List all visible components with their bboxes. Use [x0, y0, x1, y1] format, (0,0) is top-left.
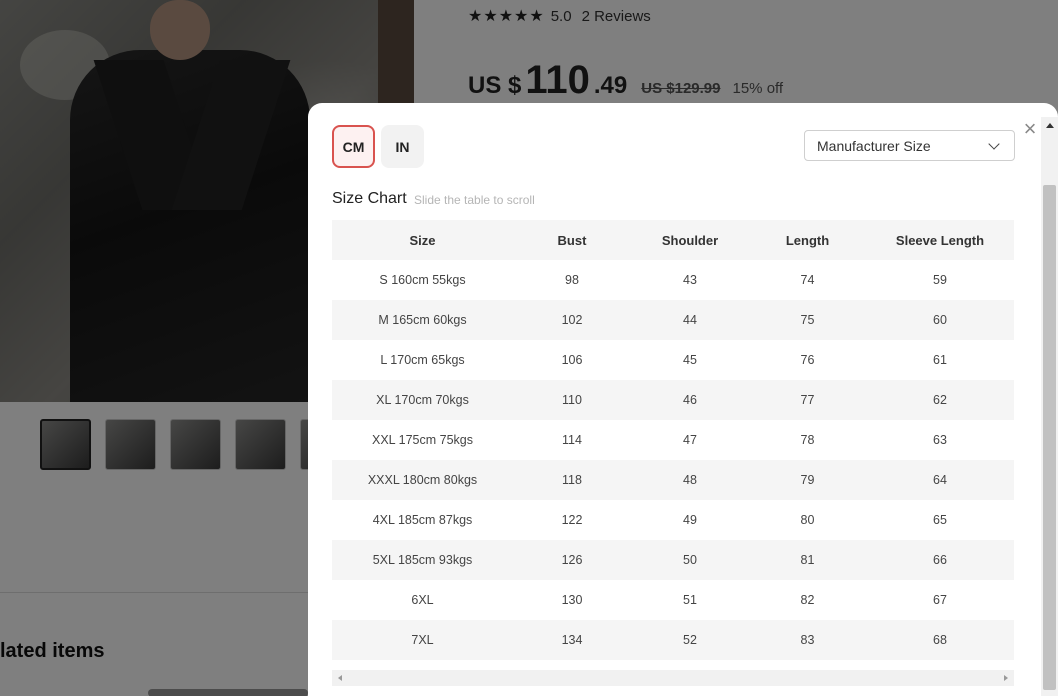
cell-size: M 165cm 60kgs: [332, 300, 513, 340]
cell-shoulder: 48: [631, 460, 749, 500]
table-row: 6XL 130 51 82 67: [332, 580, 1014, 620]
unit-tab-in[interactable]: IN: [381, 125, 424, 168]
cell-length: 75: [749, 300, 866, 340]
cell-sleeve-length: 62: [866, 380, 1014, 420]
cell-bust: 122: [561, 513, 583, 527]
cell-length: 74: [800, 273, 815, 287]
unit-tab-cm[interactable]: CM: [332, 125, 375, 168]
cell-sleeve-length: 65: [933, 513, 947, 527]
cell-bust: 98: [565, 273, 579, 287]
header-sleeve-length: Sleeve Length: [866, 220, 1014, 260]
header-size: Size: [332, 220, 513, 260]
cell-bust: 126: [513, 540, 631, 580]
table-row: M 165cm 60kgs 102 44 75 60: [332, 300, 1014, 340]
close-icon[interactable]: ×: [1020, 118, 1040, 140]
table-row: XL 170cm 70kgs 110 46 77 62: [332, 380, 1014, 420]
cell-length: 81: [749, 540, 866, 580]
cell-sleeve-length: 59: [933, 273, 947, 287]
header-bust: Bust: [513, 220, 631, 260]
cell-sleeve-length: 67: [933, 593, 947, 607]
horizontal-scrollbar[interactable]: [332, 670, 1014, 686]
table-row: L 170cm 65kgs 106 45 76 61: [332, 340, 1014, 380]
cell-bust: 110: [513, 380, 631, 420]
cell-length: 82: [800, 593, 815, 607]
cell-shoulder: 50: [631, 540, 749, 580]
scroll-up-icon[interactable]: [1046, 123, 1054, 128]
cell-size: 5XL 185cm 93kgs: [332, 540, 513, 580]
cell-sleeve-length: 68: [866, 620, 1014, 660]
vertical-scrollbar[interactable]: [1041, 117, 1058, 696]
scroll-hint: Slide the table to scroll: [414, 193, 535, 207]
header-shoulder: Shoulder: [631, 220, 749, 260]
cell-size: 7XL: [332, 620, 513, 660]
cell-bust: 106: [561, 353, 583, 367]
size-chart-table: Size Bust Shoulder Length Sleeve Length …: [332, 220, 1014, 660]
size-type-dropdown[interactable]: Manufacturer Size: [804, 130, 1015, 161]
cell-size: XL 170cm 70kgs: [332, 380, 513, 420]
cell-shoulder: 44: [631, 300, 749, 340]
cell-sleeve-length: 66: [866, 540, 1014, 580]
cell-size: 6XL: [411, 593, 434, 607]
cell-sleeve-length: 60: [866, 300, 1014, 340]
table-row: S 160cm 55kgs 98 43 74 59: [332, 260, 1014, 300]
cell-size: XXL 175cm 75kgs: [372, 433, 473, 447]
cell-bust: 102: [513, 300, 631, 340]
cell-size: 4XL 185cm 87kgs: [372, 513, 473, 527]
table-row: 4XL 185cm 87kgs 122 49 80 65: [332, 500, 1014, 540]
cell-shoulder: 45: [683, 353, 697, 367]
cell-size: L 170cm 65kgs: [380, 353, 465, 367]
size-chart-modal: × CM IN Manufacturer Size Size Chart Sli…: [308, 103, 1058, 696]
cell-length: 77: [749, 380, 866, 420]
cell-size: S 160cm 55kgs: [379, 273, 466, 287]
cell-length: 83: [749, 620, 866, 660]
cell-sleeve-length: 64: [866, 460, 1014, 500]
cell-sleeve-length: 63: [933, 433, 947, 447]
table-row: XXXL 180cm 80kgs 118 48 79 64: [332, 460, 1014, 500]
cell-shoulder: 46: [631, 380, 749, 420]
header-length: Length: [749, 220, 866, 260]
chevron-down-icon: [988, 138, 1000, 150]
cell-bust: 118: [513, 460, 631, 500]
size-chart-title: Size Chart: [332, 190, 407, 207]
cell-shoulder: 49: [683, 513, 697, 527]
cell-size: XXXL 180cm 80kgs: [332, 460, 513, 500]
cell-length: 78: [800, 433, 815, 447]
table-header-row: Size Bust Shoulder Length Sleeve Length: [332, 220, 1014, 260]
cell-sleeve-length: 61: [933, 353, 947, 367]
size-type-value: Manufacturer Size: [817, 137, 931, 154]
scroll-left-icon[interactable]: [338, 675, 342, 681]
cell-shoulder: 52: [631, 620, 749, 660]
cell-shoulder: 47: [683, 433, 697, 447]
cell-bust: 130: [561, 593, 583, 607]
cell-length: 76: [800, 353, 815, 367]
cell-length: 79: [749, 460, 866, 500]
table-row: XXL 175cm 75kgs 114 47 78 63: [332, 420, 1014, 460]
cell-length: 80: [800, 513, 815, 527]
cell-shoulder: 43: [683, 273, 697, 287]
scroll-right-icon[interactable]: [1004, 675, 1008, 681]
cell-shoulder: 51: [683, 593, 697, 607]
scrollbar-thumb[interactable]: [1043, 185, 1056, 690]
unit-toggle: CM IN: [332, 125, 424, 168]
table-row: 7XL 134 52 83 68: [332, 620, 1014, 660]
cell-bust: 114: [562, 433, 582, 447]
cell-bust: 134: [513, 620, 631, 660]
table-row: 5XL 185cm 93kgs 126 50 81 66: [332, 540, 1014, 580]
